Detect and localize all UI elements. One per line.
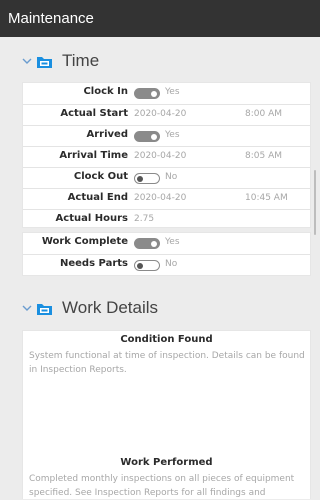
- time-section-header[interactable]: Time: [0, 48, 312, 74]
- condition-found-textarea[interactable]: System functional at time of inspection.…: [29, 349, 306, 377]
- actual-hours-row: Actual Hours 2.75: [23, 209, 310, 230]
- arrived-state: Yes: [165, 130, 180, 140]
- arrived-toggle[interactable]: [134, 131, 160, 142]
- clock-out-label: Clock Out: [73, 171, 128, 182]
- clock-out-toggle[interactable]: [134, 173, 160, 184]
- needs-parts-toggle[interactable]: [134, 260, 160, 271]
- clock-in-label: Clock In: [83, 86, 128, 97]
- work-performed-label: Work Performed: [120, 457, 213, 468]
- actual-end-time[interactable]: 10:45 AM: [245, 193, 288, 203]
- actual-start-time[interactable]: 8:00 AM: [245, 109, 282, 119]
- clock-in-state: Yes: [165, 87, 180, 97]
- scrollbar[interactable]: [314, 170, 316, 235]
- work-complete-row: Work Complete Yes: [23, 233, 310, 254]
- app-header: Maintenance: [0, 0, 320, 37]
- work-complete-state: Yes: [165, 237, 180, 247]
- actual-end-date[interactable]: 2020-04-20: [134, 193, 186, 203]
- status-fields-panel: Work Complete Yes Needs Parts No: [22, 232, 311, 276]
- arrived-row: Arrived Yes: [23, 125, 310, 146]
- work-complete-toggle[interactable]: [134, 238, 160, 249]
- actual-start-row: Actual Start 2020-04-20 8:00 AM: [23, 104, 310, 125]
- needs-parts-label: Needs Parts: [60, 258, 128, 269]
- actual-hours-label: Actual Hours: [55, 213, 128, 224]
- actual-start-label: Actual Start: [60, 108, 128, 119]
- work-complete-label: Work Complete: [41, 236, 128, 247]
- work-details-section-header[interactable]: Work Details: [0, 295, 312, 321]
- clock-in-row: Clock In Yes: [23, 83, 310, 104]
- clock-out-row: Clock Out No: [23, 167, 310, 188]
- folder-icon: [36, 54, 53, 68]
- work-details-section-title: Work Details: [62, 298, 159, 317]
- work-performed-textarea[interactable]: Completed monthly inspections on all pie…: [29, 472, 306, 500]
- arrival-time-label: Arrival Time: [59, 150, 128, 161]
- chevron-down-icon[interactable]: [21, 302, 33, 314]
- condition-found-label: Condition Found: [120, 334, 213, 345]
- clock-out-state: No: [165, 172, 178, 182]
- needs-parts-state: No: [165, 259, 178, 269]
- work-details-panel: Condition Found System functional at tim…: [22, 330, 311, 499]
- arrived-label: Arrived: [86, 129, 129, 140]
- needs-parts-row: Needs Parts No: [23, 254, 310, 275]
- time-fields-panel: Clock In Yes Actual Start 2020-04-20 8:0…: [22, 82, 311, 228]
- arrival-time-row: Arrival Time 2020-04-20 8:05 AM: [23, 146, 310, 167]
- app-title: Maintenance: [8, 10, 94, 27]
- chevron-down-icon[interactable]: [21, 55, 33, 67]
- folder-icon: [36, 301, 53, 315]
- actual-start-date[interactable]: 2020-04-20: [134, 109, 186, 119]
- time-section-title: Time: [62, 51, 100, 70]
- actual-hours-value: 2.75: [134, 214, 155, 224]
- actual-end-row: Actual End 2020-04-20 10:45 AM: [23, 188, 310, 209]
- arrival-time-date[interactable]: 2020-04-20: [134, 151, 186, 161]
- arrival-time-time[interactable]: 8:05 AM: [245, 151, 282, 161]
- actual-end-label: Actual End: [67, 192, 128, 203]
- clock-in-toggle[interactable]: [134, 88, 160, 99]
